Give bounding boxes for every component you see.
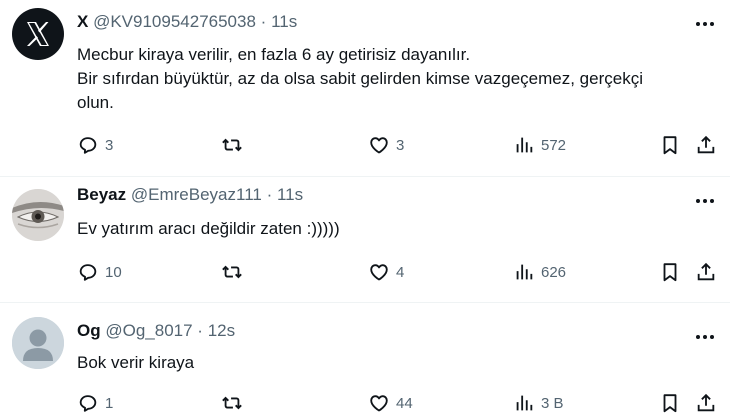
- views-button[interactable]: 572: [513, 134, 566, 156]
- action-bar: 10 4 626: [77, 261, 718, 285]
- tweet-text-line: Mecbur kiraya verilir, en fazla 6 ay get…: [77, 45, 471, 64]
- avatar-x-logo[interactable]: [12, 8, 64, 60]
- retweet-icon: [222, 396, 242, 410]
- timestamp[interactable]: 11s: [277, 185, 303, 204]
- tweet-text-line: olun.: [77, 93, 114, 112]
- like-icon: [370, 137, 388, 154]
- timestamp[interactable]: 12s: [208, 321, 235, 340]
- more-options-button[interactable]: [694, 191, 716, 211]
- like-count: 4: [396, 263, 405, 281]
- tweet-text-line: Bir sıfırdan büyüktür, az da olsa sabit …: [77, 69, 643, 88]
- retweet-icon: [222, 138, 242, 152]
- action-bar: 3 3 572: [77, 134, 718, 158]
- retweet-button[interactable]: [221, 261, 243, 283]
- retweet-button[interactable]: [221, 392, 243, 414]
- share-button[interactable]: [695, 261, 717, 283]
- like-button[interactable]: 4: [368, 261, 404, 283]
- action-bar: 1 44 3 B: [77, 392, 718, 416]
- timestamp[interactable]: 11s: [271, 12, 297, 31]
- views-button[interactable]: 626: [513, 261, 566, 283]
- tweet-header: Beyaz @EmreBeyaz111 · 11s: [77, 185, 303, 205]
- view-count: 3 B: [541, 394, 564, 412]
- separator: ·: [266, 185, 273, 204]
- tweet-text-line: Bok verir kiraya: [77, 353, 195, 372]
- reply-button[interactable]: 1: [77, 392, 113, 414]
- tweet-text-line: Ev yatırım aracı değildir zaten :))))): [77, 219, 340, 238]
- more-options-button[interactable]: [694, 14, 716, 34]
- avatar-beyaz[interactable]: [12, 189, 64, 241]
- reply-button[interactable]: 3: [77, 134, 113, 156]
- reply-count: 3: [105, 136, 114, 154]
- share-icon: [697, 262, 715, 281]
- reply-count: 10: [105, 263, 122, 281]
- share-button[interactable]: [695, 134, 717, 156]
- retweet-button[interactable]: [221, 134, 243, 156]
- tweet-text: Ev yatırım aracı değildir zaten :))))): [77, 217, 710, 241]
- share-icon: [697, 135, 715, 154]
- more-icon: [696, 199, 714, 203]
- display-name[interactable]: Og: [77, 321, 101, 340]
- view-count: 572: [541, 136, 567, 154]
- tweet-header: Og @Og_8017 · 12s: [77, 321, 235, 341]
- more-options-button[interactable]: [694, 327, 716, 347]
- tweet-3[interactable]: Og @Og_8017 · 12s Bok verir kiraya 1 44 …: [0, 303, 730, 420]
- views-icon: [516, 137, 533, 153]
- views-icon: [516, 395, 533, 411]
- reply-icon: [79, 137, 97, 154]
- reply-count: 1: [105, 394, 114, 412]
- bookmark-button[interactable]: [659, 392, 681, 414]
- share-icon: [697, 393, 715, 412]
- eye-photo-icon: [12, 189, 64, 241]
- bookmark-button[interactable]: [659, 261, 681, 283]
- like-icon: [370, 395, 388, 412]
- default-profile-icon: [12, 317, 64, 369]
- tweet-text: Mecbur kiraya verilir, en fazla 6 ay get…: [77, 43, 710, 115]
- like-icon: [370, 264, 388, 281]
- tweet-2[interactable]: Beyaz @EmreBeyaz111 · 11s Ev yatırım ara…: [0, 177, 730, 303]
- reply-icon: [79, 264, 97, 281]
- separator: ·: [260, 12, 267, 31]
- display-name[interactable]: Beyaz: [77, 185, 126, 204]
- bookmark-icon: [663, 394, 677, 413]
- like-button[interactable]: 44: [368, 392, 413, 414]
- user-handle[interactable]: @Og_8017: [105, 321, 192, 340]
- share-button[interactable]: [695, 392, 717, 414]
- like-button[interactable]: 3: [368, 134, 404, 156]
- user-handle[interactable]: @EmreBeyaz111: [131, 185, 262, 204]
- separator: ·: [197, 321, 203, 340]
- more-icon: [696, 335, 714, 339]
- avatar-default[interactable]: [12, 317, 64, 369]
- x-logo-icon: [27, 22, 49, 46]
- like-count: 44: [396, 394, 413, 412]
- bookmark-button[interactable]: [659, 134, 681, 156]
- reply-icon: [79, 395, 97, 412]
- like-count: 3: [396, 136, 405, 154]
- bookmark-icon: [663, 263, 677, 282]
- tweet-header: X @KV9109542765038 · 11s: [77, 12, 297, 32]
- view-count: 626: [541, 263, 567, 281]
- tweet-1[interactable]: X @KV9109542765038 · 11s Mecbur kiraya v…: [0, 0, 730, 177]
- views-button[interactable]: 3 B: [513, 392, 564, 414]
- more-icon: [696, 22, 714, 26]
- views-icon: [516, 264, 533, 280]
- tweet-text: Bok verir kiraya: [77, 351, 710, 375]
- reply-button[interactable]: 10: [77, 261, 122, 283]
- user-handle[interactable]: @KV9109542765038: [93, 12, 256, 31]
- retweet-icon: [222, 265, 242, 279]
- bookmark-icon: [663, 136, 677, 155]
- display-name[interactable]: X: [77, 12, 88, 31]
